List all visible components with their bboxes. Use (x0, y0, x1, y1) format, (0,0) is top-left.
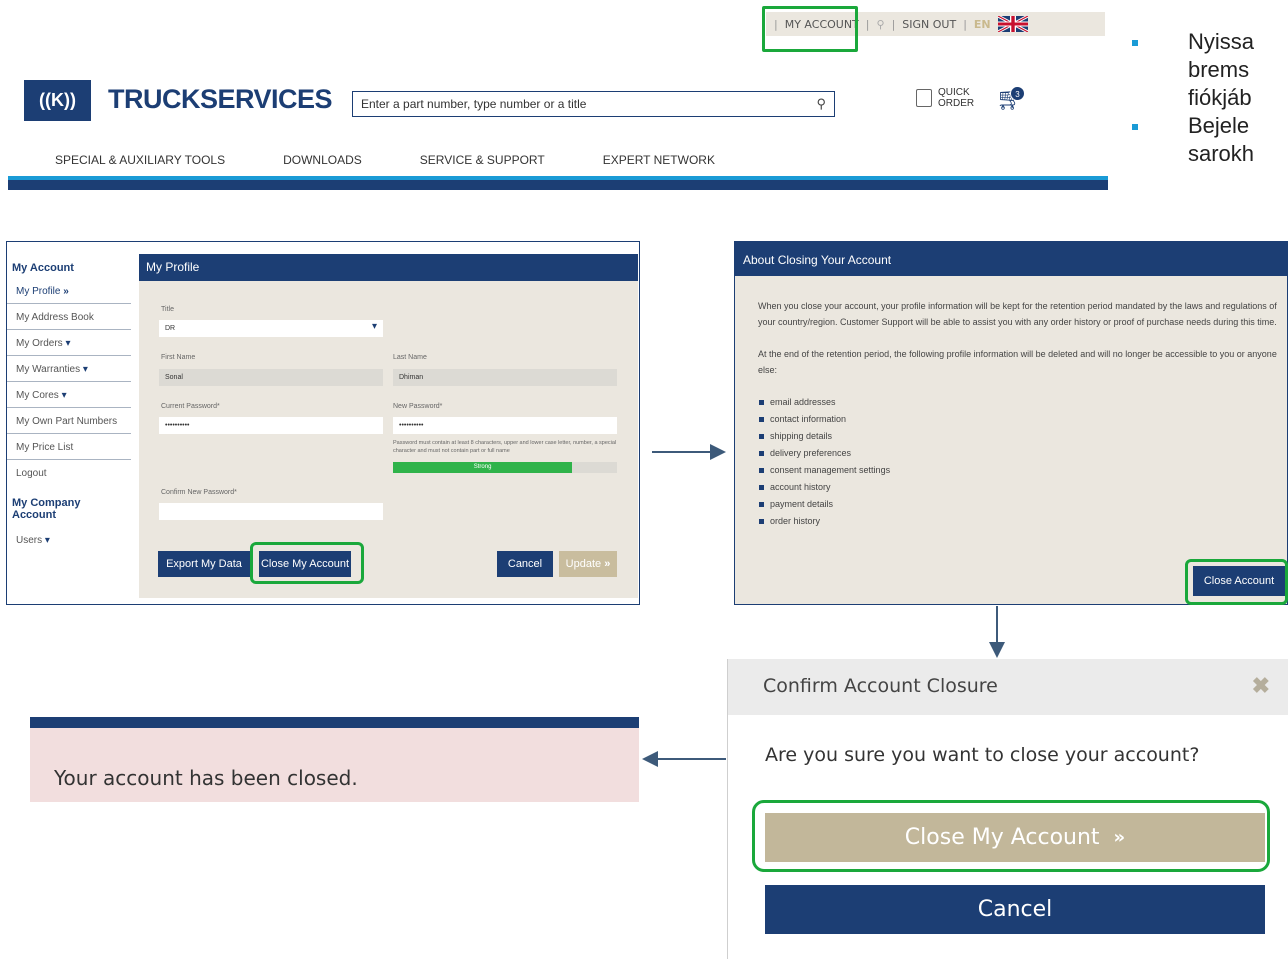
flow-arrows (642, 444, 1005, 767)
